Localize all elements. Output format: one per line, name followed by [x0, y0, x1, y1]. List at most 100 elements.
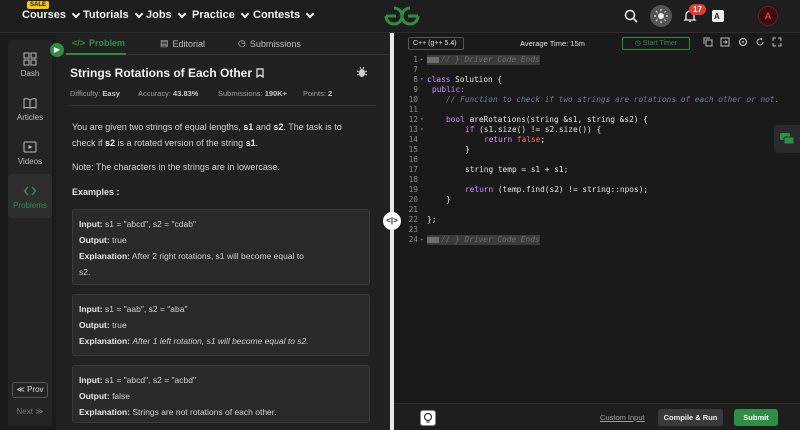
code-line: 19 return (temp.find(s2) != string::npos)…	[394, 185, 800, 195]
explanation-text: Strings are not rotations of each other.	[132, 407, 277, 417]
code-keyword: public:	[432, 85, 465, 94]
book-icon	[23, 98, 37, 109]
desc-text: . The task is to	[283, 122, 342, 132]
prev-problem-button[interactable]: ≪ Prov	[12, 382, 48, 398]
chat-icon	[780, 133, 795, 145]
nav-contests[interactable]: Contests	[253, 9, 315, 21]
avatar[interactable]: A	[758, 6, 778, 26]
resize-handle-icon[interactable]: <|>	[383, 212, 401, 230]
chevron-down-icon	[305, 9, 315, 18]
nav-tutorials[interactable]: Tutorials	[83, 9, 143, 21]
code-line: 14 return false;	[394, 135, 800, 145]
translate-icon[interactable]: A	[710, 8, 726, 24]
settings-icon[interactable]	[738, 37, 748, 47]
hint-button[interactable]	[420, 410, 436, 426]
code-text: if (s1.size() != s2.size()) {	[465, 125, 601, 135]
problem-title: Strings Rotations of Each Other	[70, 66, 265, 80]
collapsed-block-icon	[427, 57, 439, 63]
copy-icon[interactable]	[703, 37, 713, 47]
example-explanation: Explanation: Strings are not rotations o…	[79, 404, 363, 420]
editor-footer: Custom Input Compile & Run Submit	[394, 403, 800, 430]
code-text: return false;	[484, 135, 545, 145]
start-timer-label: Start Timer	[642, 40, 678, 47]
tab-submissions[interactable]: ◷ Submissions	[238, 38, 301, 49]
notification-badge: 17	[689, 4, 706, 15]
line-number: 15	[408, 145, 418, 154]
collapsed-block-icon	[427, 237, 439, 243]
bug-report-icon[interactable]	[356, 66, 368, 78]
compile-run-button[interactable]: Compile & Run	[658, 409, 723, 426]
theme-toggle[interactable]	[650, 5, 672, 27]
code-line: 20}	[394, 195, 800, 205]
top-navbar: SALE Courses Tutorials Jobs Practice Con…	[0, 0, 800, 33]
example-explanation: Explanation: After 1 left rotation, s1 w…	[79, 333, 363, 349]
desc-text: You are given two strings of equal lengt…	[72, 122, 241, 132]
code-line: 23	[394, 225, 800, 235]
desc-text: is a rotated version of the string	[117, 138, 244, 148]
language-select[interactable]: C++ (g++ 5.4)	[408, 37, 464, 50]
input-label: Input:	[79, 375, 103, 385]
code-area[interactable]: 1 ▸// } Driver Code Ends 7 8 ▾ class Soluti…	[394, 55, 800, 400]
explanation-label: Explanation:	[79, 251, 131, 261]
nav-courses[interactable]: Courses	[22, 9, 81, 21]
line-number: 10	[408, 95, 418, 104]
collapsed-driver-code[interactable]: // } Driver Code Ends	[427, 235, 540, 245]
bookmark-icon[interactable]	[255, 68, 265, 79]
problem-note: Note: The characters in the strings are …	[72, 162, 280, 172]
export-icon[interactable]	[720, 37, 730, 47]
lightbulb-icon	[423, 412, 433, 423]
code-text: }	[465, 145, 470, 154]
start-timer-button[interactable]: ◷ Start Timer	[622, 37, 690, 50]
document-icon: ▤	[160, 38, 169, 48]
code-keyword: class	[427, 75, 451, 84]
fullscreen-icon[interactable]	[772, 37, 782, 47]
output-label: Output:	[79, 391, 110, 401]
example-explanation: Explanation: After 2 right rotations, s1…	[79, 248, 363, 280]
sidebar-item-dash[interactable]: Dash	[8, 52, 52, 78]
sidebar-item-videos[interactable]: Videos	[8, 140, 52, 166]
nav-tutorials-label: Tutorials	[83, 9, 129, 21]
code-line: 15}	[394, 145, 800, 155]
fold-arrow-icon[interactable]: ▸	[420, 235, 424, 245]
example-box: Input: s1 = "abcd", s2 = "acbd" Output: …	[72, 365, 370, 423]
code-icon: </>	[72, 38, 86, 48]
fold-arrow-icon[interactable]: ▾	[420, 125, 424, 135]
problem-description: You are given two strings of equal lengt…	[72, 119, 372, 151]
desc-var: s2	[273, 122, 284, 132]
chat-button[interactable]	[774, 125, 800, 153]
custom-input-link[interactable]: Custom Input	[600, 413, 645, 422]
difficulty: Difficulty: Easy	[70, 89, 120, 98]
editor-toolbar: C++ (g++ 5.4) Average Time: 15m ◷ Start …	[394, 33, 800, 53]
logo-icon[interactable]	[382, 4, 422, 28]
output-label: Output:	[79, 235, 110, 245]
sidebar-item-articles[interactable]: Articles	[8, 96, 52, 122]
code-line: 7	[394, 65, 800, 75]
tab-editorial[interactable]: ▤ Editorial	[160, 38, 205, 49]
video-icon	[23, 141, 37, 153]
collapse-sidebar-button[interactable]: ▶	[50, 43, 64, 57]
example-input: Input: s1 = "aab", s2 = "aba"	[79, 301, 363, 317]
fold-arrow-icon[interactable]: ▸	[420, 55, 424, 65]
code-line: 8 ▾ class Solution {	[394, 75, 800, 85]
desc-var: s2	[105, 138, 116, 148]
next-problem-button[interactable]: Next ≫	[12, 404, 48, 420]
code-text: bool areRotations(string &s1, string &s2…	[446, 115, 648, 125]
submissions-label: Submissions:	[218, 89, 263, 98]
search-icon[interactable]	[623, 8, 639, 24]
fold-arrow-icon[interactable]: ▾	[420, 115, 424, 125]
line-number: 22	[408, 215, 418, 224]
tab-submissions-label: Submissions	[249, 38, 301, 49]
nav-jobs[interactable]: Jobs	[146, 9, 186, 21]
nav-practice[interactable]: Practice	[192, 9, 250, 21]
example-input: Input: s1 = "abcd", s2 = "acbd"	[79, 372, 363, 388]
collapsed-driver-code[interactable]: // } Driver Code Ends	[427, 55, 540, 65]
code-text: string temp = s1 + s1;	[465, 165, 569, 174]
code-line: 18	[394, 175, 800, 185]
reset-icon[interactable]	[755, 37, 765, 47]
fold-arrow-icon[interactable]: ▾	[420, 75, 424, 85]
divider	[70, 105, 376, 106]
tab-problem[interactable]: </> Problem	[72, 38, 125, 48]
sidebar-item-problems[interactable]: Problems	[8, 174, 52, 218]
svg-text:A: A	[714, 12, 720, 21]
submit-button[interactable]: Submit	[734, 409, 778, 426]
